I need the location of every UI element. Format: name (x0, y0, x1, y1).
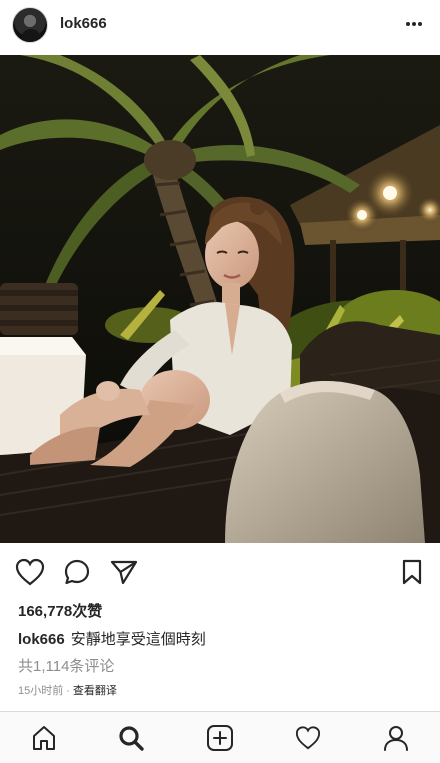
bookmark-icon (402, 559, 422, 585)
post-timestamp: 15小时前 (18, 685, 64, 697)
save-button[interactable] (396, 556, 428, 588)
action-bar (0, 556, 440, 592)
home-icon (33, 726, 55, 750)
nav-add-post-button[interactable] (206, 724, 234, 752)
share-button[interactable] (108, 556, 140, 588)
post-header: lok666 (0, 0, 440, 48)
post-photo-illustration (0, 55, 440, 543)
meta-separator: · (66, 685, 70, 697)
instagram-post-screen: lok666 166,778次赞 lok666 安靜地享受這個時刻 共1,114… (0, 0, 440, 763)
paper-plane-icon (110, 560, 138, 585)
likes-count[interactable]: 166,778次赞 (18, 600, 102, 621)
post-meta: 15小时前 · 查看翻译 (18, 682, 117, 698)
nav-search-button[interactable] (117, 724, 145, 752)
activity-heart-icon (295, 726, 321, 750)
avatar[interactable] (12, 7, 48, 43)
more-horizontal-icon (406, 22, 422, 26)
comment-button[interactable] (61, 556, 93, 588)
nav-home-button[interactable] (30, 724, 58, 752)
more-options-button[interactable] (402, 12, 426, 36)
username[interactable]: lok666 (60, 15, 107, 32)
add-post-icon (207, 725, 233, 751)
caption: lok666 安靜地享受這個時刻 (18, 628, 206, 649)
view-comments-link[interactable]: 共1,114条评论 (18, 655, 114, 676)
see-translation-link[interactable]: 查看翻译 (73, 685, 117, 697)
like-button[interactable] (14, 556, 46, 588)
comment-bubble-icon (64, 559, 90, 585)
heart-outline-icon (15, 558, 45, 586)
search-icon (119, 726, 144, 751)
nav-activity-button[interactable] (294, 724, 322, 752)
profile-icon (384, 726, 408, 751)
caption-text: 安靜地享受這個時刻 (70, 631, 206, 648)
bottom-navigation (0, 711, 440, 763)
nav-profile-button[interactable] (382, 724, 410, 752)
caption-username[interactable]: lok666 (18, 631, 65, 648)
post-photo[interactable] (0, 55, 440, 543)
